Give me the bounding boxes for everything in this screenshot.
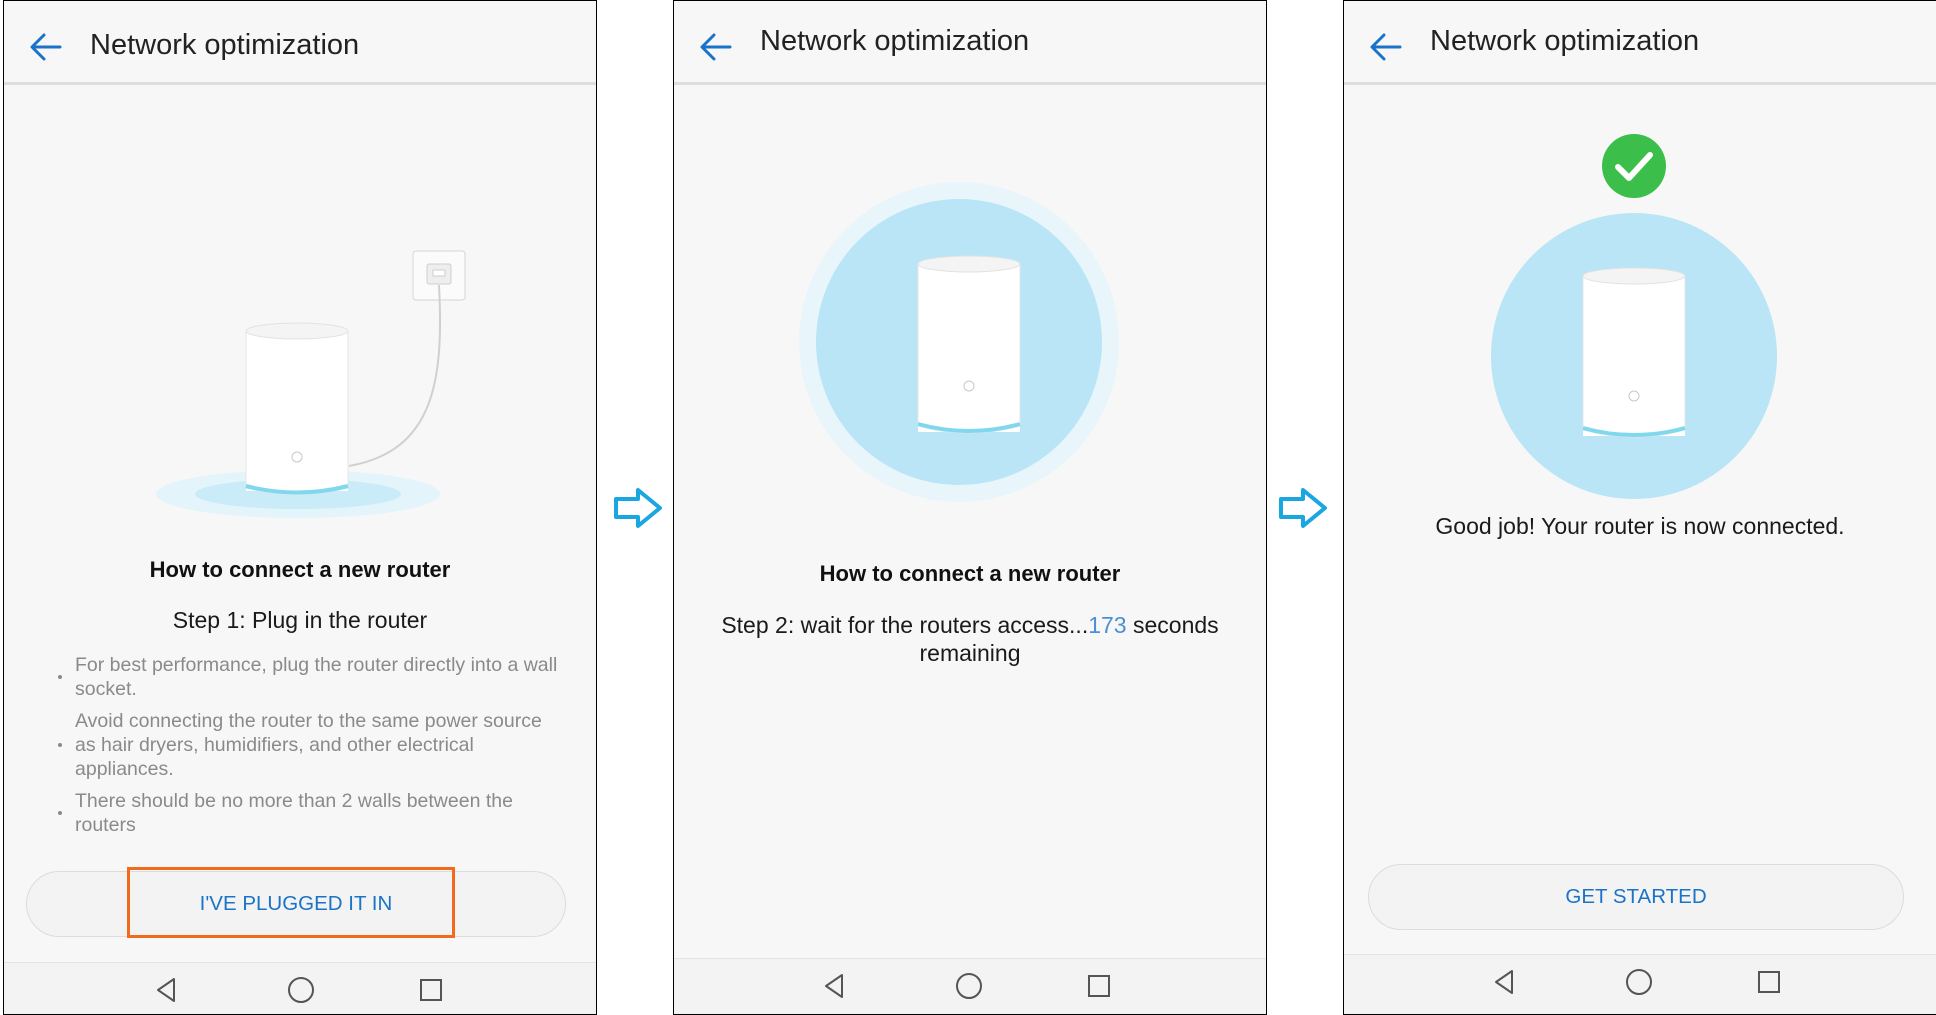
- app-header: Network optimization: [674, 1, 1266, 85]
- nav-back-icon[interactable]: [152, 975, 182, 1005]
- nav-home-icon[interactable]: [954, 971, 984, 1001]
- system-nav-bar: [674, 958, 1266, 1014]
- header-divider: [4, 82, 596, 85]
- bullet-dot-icon: [58, 675, 62, 679]
- bullet-dot-icon: [58, 743, 62, 747]
- nav-recents-icon[interactable]: [1084, 971, 1114, 1001]
- get-started-button[interactable]: GET STARTED: [1368, 864, 1904, 930]
- back-arrow-icon[interactable]: [28, 29, 64, 65]
- step-label: Step 2: wait for the routers access...17…: [721, 612, 1219, 666]
- tip-item: There should be no more than 2 walls bet…: [54, 789, 566, 837]
- nav-back-icon[interactable]: [1490, 967, 1520, 997]
- app-header: Network optimization: [4, 1, 596, 85]
- page-title: Network optimization: [1430, 25, 1700, 57]
- step-label: Step 1: Plug in the router: [172, 607, 428, 633]
- nav-back-icon[interactable]: [820, 971, 850, 1001]
- page-title: Network optimization: [760, 25, 1030, 57]
- header-divider: [674, 82, 1266, 85]
- nav-recents-icon[interactable]: [416, 975, 446, 1005]
- highlight-box: [127, 867, 455, 938]
- nav-home-icon[interactable]: [286, 975, 316, 1005]
- back-arrow-icon[interactable]: [1368, 29, 1404, 65]
- nav-recents-icon[interactable]: [1754, 967, 1784, 997]
- system-nav-bar: [4, 962, 596, 1014]
- system-nav-bar: [1344, 954, 1936, 1014]
- router-waiting-illustration: [799, 182, 1119, 502]
- screen-step1: Network optimization How to connect a ne…: [3, 0, 597, 1015]
- router-plug-illustration: [156, 250, 466, 518]
- page-title: Network optimization: [90, 29, 360, 61]
- app-header: Network optimization: [1344, 1, 1936, 85]
- back-arrow-icon[interactable]: [698, 29, 734, 65]
- tip-item: For best performance, plug the router di…: [54, 653, 566, 701]
- tip-item: Avoid connecting the router to the same …: [54, 709, 566, 781]
- tips-list: For best performance, plug the router di…: [54, 653, 566, 845]
- header-divider: [1344, 82, 1936, 85]
- success-checkmark-icon: [1602, 134, 1666, 198]
- flow-arrow-icon: [614, 488, 662, 528]
- bullet-dot-icon: [58, 811, 62, 815]
- section-heading: How to connect a new router: [149, 557, 451, 582]
- countdown-value: 173: [1088, 612, 1127, 638]
- section-heading: How to connect a new router: [819, 561, 1121, 586]
- screen-connected: Network optimization Good job! Your rout…: [1343, 0, 1936, 1015]
- screen-step2: Network optimization How to connect a ne…: [673, 0, 1267, 1015]
- success-message: Good job! Your router is now connected.: [1435, 513, 1845, 539]
- flow-arrow-icon: [1279, 488, 1327, 528]
- nav-home-icon[interactable]: [1624, 967, 1654, 997]
